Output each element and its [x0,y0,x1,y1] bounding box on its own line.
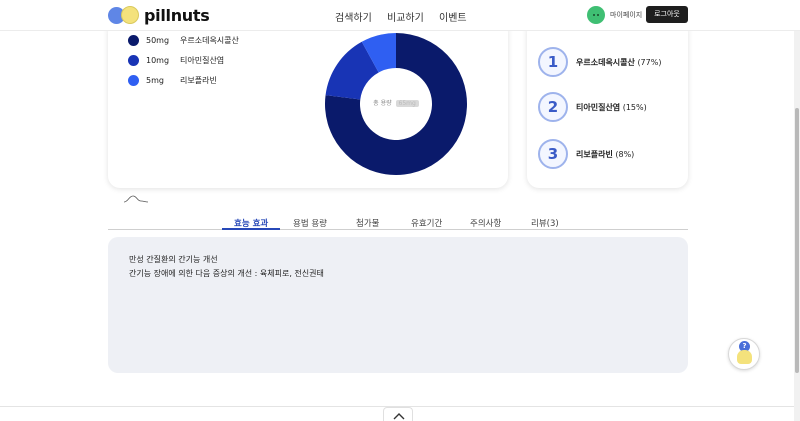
ingredient-donut-chart: 총 용량 65mg [325,33,467,175]
logo[interactable]: pillnuts [108,5,210,25]
mypage-link[interactable]: 마이페이지 [587,6,642,24]
logout-button[interactable]: 로그아웃 [646,6,688,23]
legend-amount: 10mg [146,56,170,65]
total-dose-tag: 65mg [395,100,419,107]
ranking-name: 티아민질산염 [576,102,621,112]
help-mascot-icon [737,350,752,364]
tab-expiry[interactable]: 유효기간 [411,217,442,229]
top-header: pillnuts 검색하기 비교하기 이벤트 마이페이지 로그아웃 [0,0,800,31]
rank-number: 1 [538,47,568,77]
ranking-item: 2 티아민질산염 (15%) [538,92,647,122]
ranking-pct: (8%) [615,149,635,159]
legend-item: 10mg 티아민질산염 [128,55,224,66]
legend-name: 우르소데옥시콜산 [180,36,239,45]
rank-number: 3 [538,139,568,169]
nav-compare[interactable]: 비교하기 [387,9,424,24]
ranking-pct: (15%) [622,102,647,112]
mypage-label: 마이페이지 [610,11,643,19]
legend-dot [128,55,139,66]
ranking-name: 우르소데옥시콜산 [576,57,635,67]
donut-center-label: 총 용량 65mg [325,98,467,107]
help-chat-button[interactable]: ? [728,338,760,370]
wave-decoration-icon [124,195,148,203]
detail-tabs: 효능 효과 용법 용량 첨가물 유효기간 주의사항 리뷰(3) [108,214,688,230]
tab-additives[interactable]: 첨가물 [356,217,379,229]
ranking-name: 리보플라빈 [576,149,613,159]
ranking-text: 리보플라빈 (8%) [576,149,634,160]
ranking-text: 티아민질산염 (15%) [576,102,647,113]
tab-reviews[interactable]: 리뷰(3) [531,217,559,229]
pill-logo-icon [108,5,140,25]
nav-event[interactable]: 이벤트 [439,9,467,24]
total-dose-label: 총 용량 [373,100,392,107]
ranking-pct: (77%) [637,57,662,67]
content-line: 간기능 장애에 의한 다음 증상의 개선 : 육체피로, 전신권태 [129,269,324,278]
tab-dosage[interactable]: 용법 용량 [293,217,327,229]
legend-name: 티아민질산염 [180,56,225,65]
content-line: 만성 간질환의 간기능 개선 [129,255,218,264]
chevron-up-icon [393,413,405,420]
legend-dot [128,35,139,46]
tab-caution[interactable]: 주의사항 [470,217,501,229]
active-tab-indicator [222,228,280,230]
legend-item: 5mg 리보플라빈 [128,75,217,86]
scrollbar-thumb[interactable] [795,108,799,373]
legend-amount: 5mg [146,76,164,85]
ranking-item: 1 우르소데옥시콜산 (77%) [538,47,661,77]
ranking-text: 우르소데옥시콜산 (77%) [576,57,661,68]
rank-number: 2 [538,92,568,122]
legend-amount: 50mg [146,36,170,45]
nav-search[interactable]: 검색하기 [335,9,372,24]
avatar [587,6,605,24]
scroll-top-button[interactable] [383,407,413,421]
legend-dot [128,75,139,86]
legend-name: 리보플라빈 [180,76,217,85]
tab-content-panel: 만성 간질환의 간기능 개선 간기능 장애에 의한 다음 증상의 개선 : 육체… [108,237,688,373]
ranking-item: 3 리보플라빈 (8%) [538,139,634,169]
legend-item: 50mg 우르소데옥시콜산 [128,35,239,46]
logo-text: pillnuts [144,5,210,25]
